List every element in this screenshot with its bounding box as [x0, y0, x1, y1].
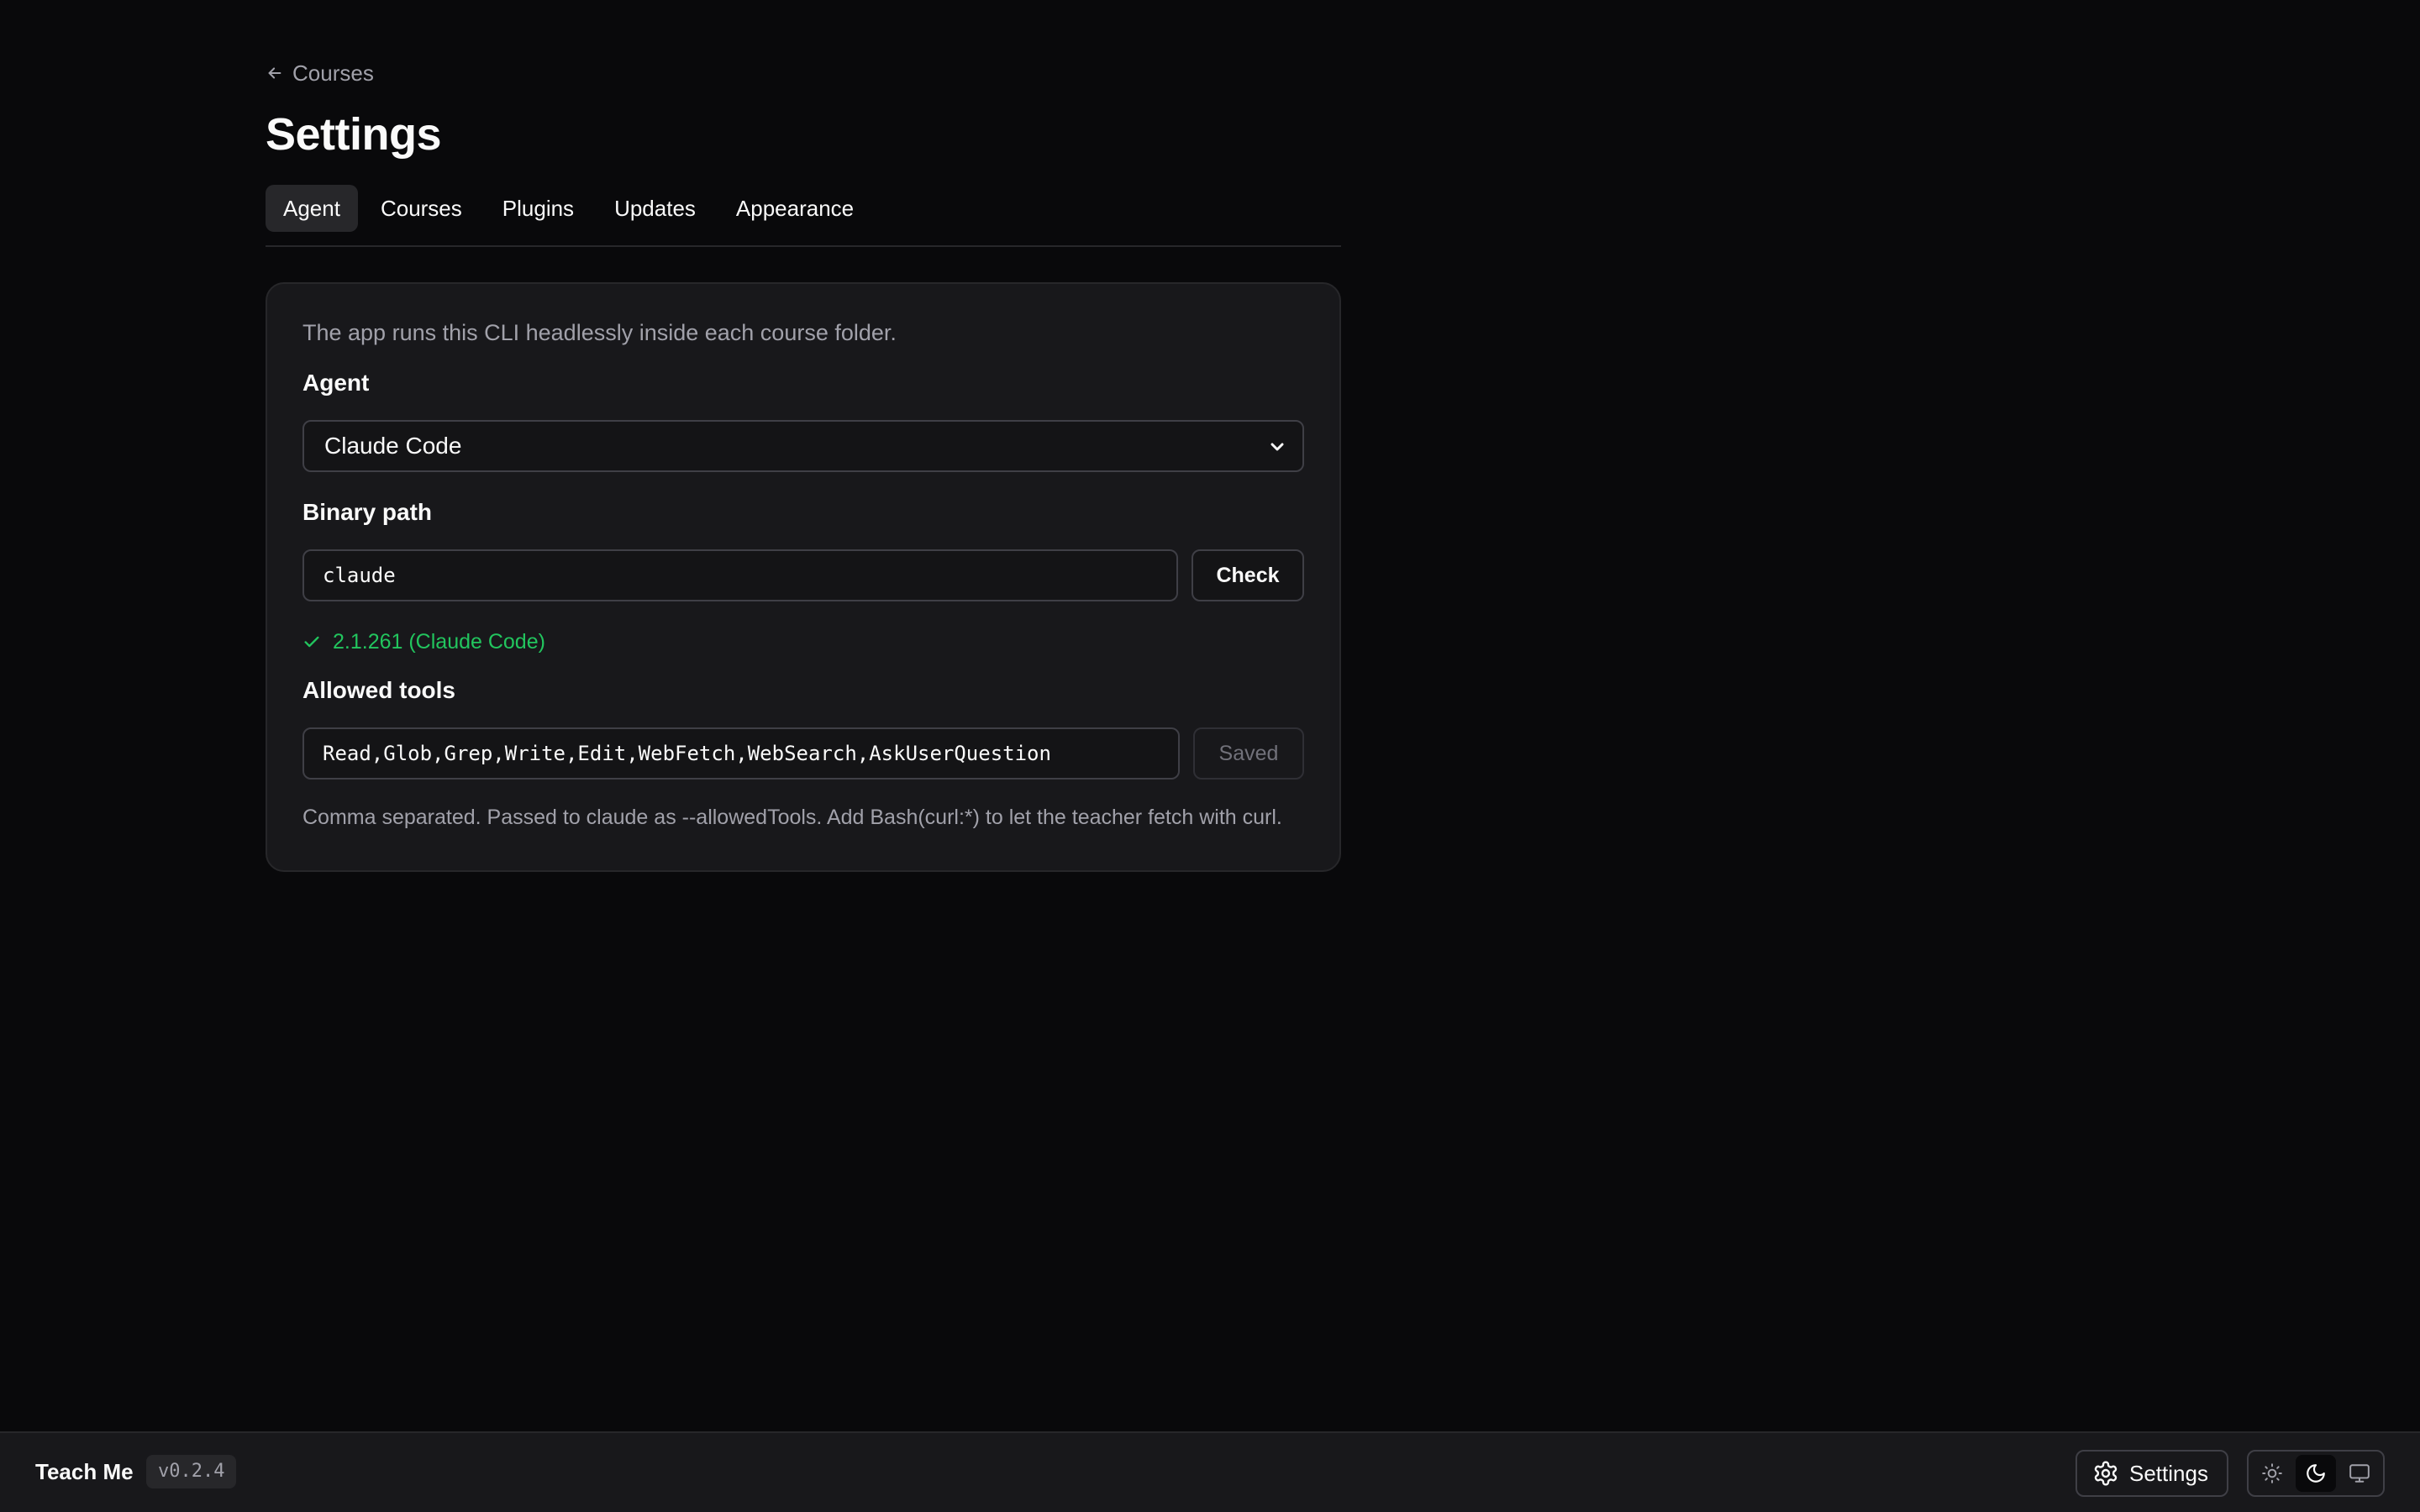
app-name: Teach Me	[35, 1459, 134, 1484]
moon-icon	[2307, 1464, 2325, 1483]
footer-bar: Teach Me v0.2.4 Settings	[0, 1431, 2420, 1512]
theme-dark-button[interactable]	[2296, 1455, 2336, 1492]
theme-switcher	[2247, 1450, 2385, 1497]
tab-courses[interactable]: Courses	[363, 185, 480, 232]
binary-path-label: Binary path	[302, 499, 433, 525]
allowed-tools-input[interactable]: Read,Glob,Grep,Write,Edit,WebFetch,WebSe…	[302, 727, 1180, 780]
back-link-label: Courses	[292, 60, 374, 86]
theme-system-button[interactable]	[2339, 1455, 2380, 1492]
allowed-tools-label: Allowed tools	[302, 677, 455, 703]
gear-icon	[2094, 1461, 2118, 1486]
tab-agent[interactable]: Agent	[266, 185, 358, 232]
check-button[interactable]: Check	[1192, 549, 1304, 601]
settings-tabs: Agent Courses Plugins Updates Appearance	[266, 185, 1341, 247]
binary-status-text: 2.1.261 (Claude Code)	[333, 630, 545, 654]
agent-select-value: Claude Code	[324, 433, 462, 459]
page-title: Settings	[266, 109, 442, 160]
binary-path-input[interactable]: claude	[302, 549, 1178, 601]
footer-settings-button[interactable]: Settings	[2075, 1450, 2228, 1497]
agent-label: Agent	[302, 370, 370, 396]
agent-settings-card: The app runs this CLI headlessly inside …	[266, 282, 1341, 872]
version-badge: v0.2.4	[146, 1455, 237, 1488]
chevron-down-icon	[1270, 443, 1284, 451]
back-to-courses-link[interactable]: Courses	[266, 57, 1341, 89]
check-icon	[304, 636, 319, 648]
tab-updates[interactable]: Updates	[597, 185, 713, 232]
agent-select[interactable]: Claude Code	[302, 420, 1304, 472]
theme-light-button[interactable]	[2252, 1455, 2292, 1492]
saved-button[interactable]: Saved	[1193, 727, 1304, 780]
settings-page: Courses Settings Agent Courses Plugins U…	[266, 57, 1341, 872]
allowed-tools-hint: Comma separated. Passed to claude as --a…	[302, 806, 1282, 829]
tab-appearance[interactable]: Appearance	[718, 185, 871, 232]
sun-icon	[2262, 1463, 2282, 1483]
arrow-left-icon	[268, 67, 281, 79]
monitor-icon	[2349, 1464, 2370, 1483]
binary-status: 2.1.261 (Claude Code)	[302, 627, 1304, 657]
tab-plugins[interactable]: Plugins	[485, 185, 592, 232]
card-description: The app runs this CLI headlessly inside …	[302, 320, 897, 345]
footer-settings-label: Settings	[2129, 1460, 2208, 1486]
